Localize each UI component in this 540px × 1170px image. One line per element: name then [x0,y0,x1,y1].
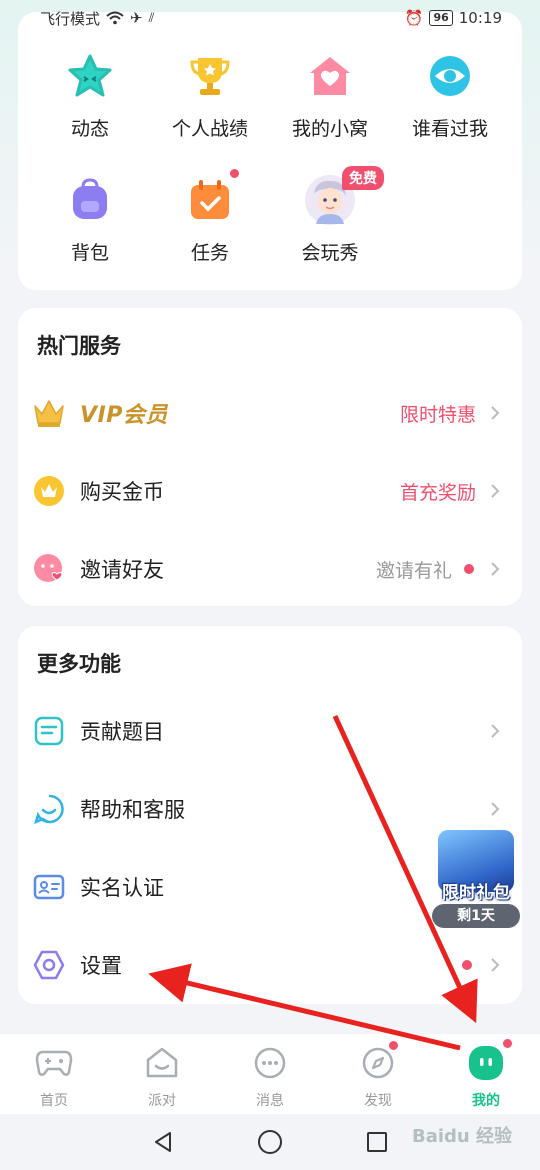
row-buy-coins[interactable]: 购买金币 首充奖励 [18,456,522,526]
grid-label: 背包 [70,242,109,264]
discover-badge-dot [388,1040,399,1051]
task-badge-dot [229,168,240,179]
grid-item-battle-record[interactable]: 个人战绩 [150,50,270,141]
alarm-icon: ⏰ [404,9,424,27]
chevron-right-icon [491,562,500,576]
row-label: 设置 [80,954,122,978]
eye-icon [424,50,476,102]
grid-item-tasks[interactable]: 任务 [150,168,270,265]
message-icon [251,1044,289,1082]
row-invite-friends[interactable]: 邀请好友 邀请有礼 [18,534,522,604]
airplane-icon: ✈ [130,9,143,27]
gift-title: 限时礼包 [442,883,510,903]
me-icon [467,1038,513,1082]
recents-icon[interactable] [365,1130,389,1154]
calendar-check-icon [184,168,240,226]
grid-label: 会玩秀 [301,242,359,264]
invite-badge-dot [464,564,474,574]
row-label: 购买金币 [80,480,164,504]
house-heart-icon [304,50,356,102]
signal-icon: ⫽ [148,10,155,26]
gift-remain: 剩1天 [432,904,520,928]
hexagon-settings-icon [32,948,66,982]
tab-label: 首页 [40,1093,68,1109]
limited-gift-float[interactable]: 限时礼包 剩1天 [430,830,522,930]
feature-grid-card: 动态 个人战绩 我的小窝 谁看过我 背包 任务 免费 会玩秀 [18,12,522,290]
coin-crown-icon [32,474,66,508]
grid-label: 动态 [70,118,109,140]
id-card-icon [32,870,66,904]
row-right-text: 限时特惠 [399,403,476,426]
grid-label: 任务 [190,242,229,264]
smile-heart-icon [32,552,66,586]
grid-label: 个人战绩 [171,118,248,140]
crown-icon [32,396,66,430]
free-tag: 免费 [342,166,384,190]
grid-label: 谁看过我 [411,118,488,140]
hot-services-card: 热门服务 VIP会员 限时特惠 购买金币 首充奖励 邀请好友 邀请有礼 [18,308,522,606]
tab-home[interactable]: 首页 [0,1034,108,1114]
avatar-icon: 免费 [304,166,384,226]
grid-item-who-viewed-me[interactable]: 谁看过我 [390,50,510,141]
chevron-right-icon [491,802,500,816]
vip-label: VIP会员 [80,403,168,428]
tab-label: 我的 [472,1093,500,1109]
star-face-icon [64,50,116,102]
grid-label: 我的小窝 [291,118,368,140]
clock: 10:19 [458,9,502,27]
chevron-right-icon [491,484,500,498]
chevron-right-icon [491,406,500,420]
chat-smile-icon [32,792,66,826]
wifi-icon [106,11,124,25]
settings-badge-dot [462,960,472,970]
tab-label: 消息 [256,1093,284,1109]
tab-discover[interactable]: 发现 [324,1034,432,1114]
row-label: 邀请好友 [80,558,164,582]
backpack-icon [64,174,116,226]
row-vip-member[interactable]: VIP会员 限时特惠 [18,378,522,448]
row-settings[interactable]: 设置 [18,930,522,1000]
airplane-mode-text: 飞行模式 [40,9,101,28]
watermark: Baidu 经验 [411,1126,512,1147]
party-house-icon [143,1044,181,1082]
section-title: 更多功能 [37,652,121,676]
me-badge-dot [502,1038,513,1049]
grid-item-dynamics[interactable]: 动态 [30,50,150,141]
trophy-icon [184,50,236,102]
back-icon[interactable] [151,1130,175,1154]
row-label: 贡献题目 [80,720,164,744]
chevron-right-icon [491,724,500,738]
more-features-card: 更多功能 贡献题目 帮助和客服 实名认证 设置 [18,626,522,1004]
tab-label: 派对 [148,1093,176,1109]
row-right-text: 邀请有礼 [375,559,452,582]
grid-item-my-nest[interactable]: 我的小窝 [270,50,390,141]
tab-party[interactable]: 派对 [108,1034,216,1114]
gamepad-icon [35,1044,73,1082]
document-icon [32,714,66,748]
home-icon[interactable] [257,1129,283,1155]
grid-item-avatar-show[interactable]: 免费 会玩秀 [270,166,390,265]
status-bar: 飞行模式 ✈ ⫽ ⏰ 96 10:19 [0,0,540,36]
chevron-right-icon [491,958,500,972]
tab-label: 发现 [364,1093,392,1109]
tab-messages[interactable]: 消息 [216,1034,324,1114]
row-label: 帮助和客服 [80,798,185,822]
grid-item-backpack[interactable]: 背包 [30,174,150,265]
bottom-tab-bar: 首页 派对 消息 发现 我的 [0,1034,540,1114]
row-right-text: 首充奖励 [399,481,476,504]
compass-icon [359,1040,399,1082]
row-contribute-questions[interactable]: 贡献题目 [18,696,522,766]
battery-indicator: 96 [429,10,453,26]
tab-me[interactable]: 我的 [432,1034,540,1114]
section-title: 热门服务 [37,334,121,358]
